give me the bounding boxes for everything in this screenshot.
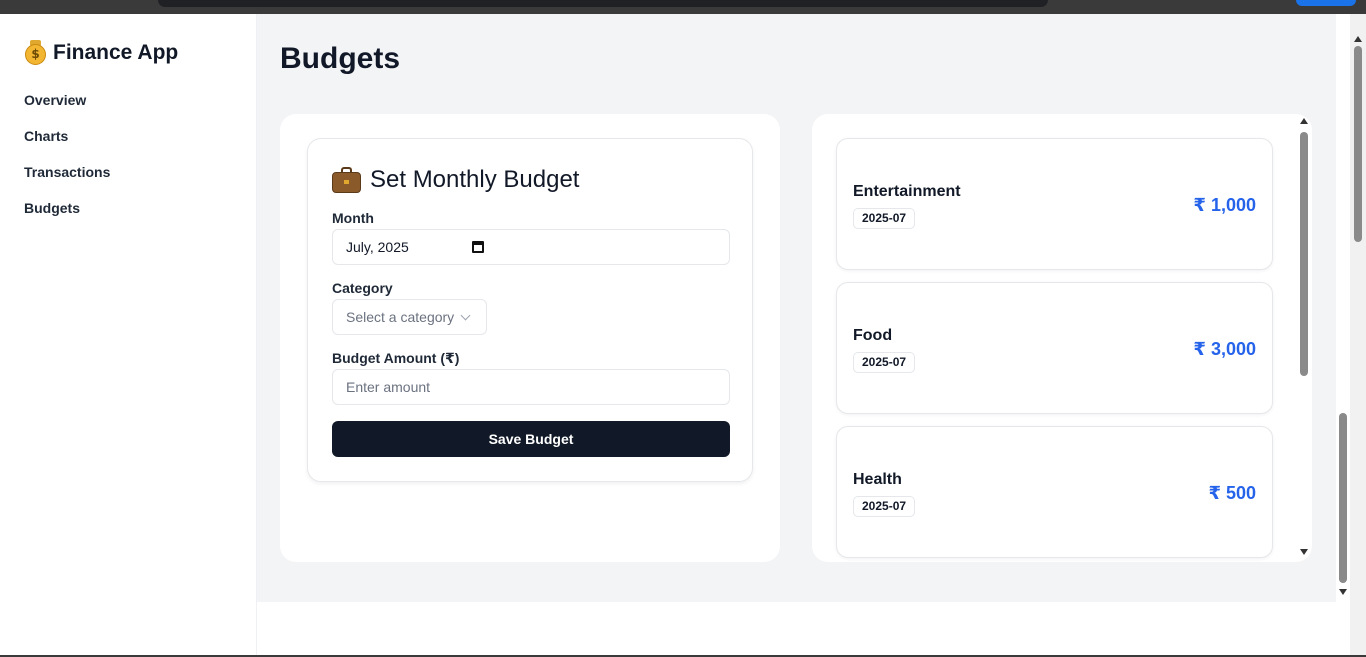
- budget-amount: ₹ 3,000: [1193, 339, 1256, 359]
- scrollbar-thumb[interactable]: [1300, 132, 1308, 376]
- app-title: Finance App: [53, 41, 179, 64]
- browser-top-bar: [0, 0, 1366, 14]
- brand: $ Finance App: [24, 40, 178, 66]
- budget-form-panel: Set Monthly Budget Month July, 2025 Cate…: [280, 114, 780, 562]
- sidebar-item-budgets[interactable]: Budgets: [24, 200, 110, 236]
- sidebar-item-overview[interactable]: Overview: [24, 92, 110, 128]
- month-input[interactable]: July, 2025: [332, 229, 730, 265]
- budget-month-badge: 2025-07: [853, 352, 916, 373]
- scroll-up-arrow-icon[interactable]: [1354, 36, 1362, 42]
- month-value: July, 2025: [346, 239, 409, 255]
- page-scrollbar[interactable]: [1350, 14, 1366, 655]
- calendar-icon[interactable]: [472, 241, 484, 253]
- budget-list-panel: Entertainment 2025-07 ₹ 1,000 Food 2025-…: [812, 114, 1312, 562]
- category-placeholder: Select a category: [346, 309, 455, 325]
- chevron-down-icon: [460, 310, 471, 321]
- sidebar: $ Finance App Overview Charts Transactio…: [0, 14, 257, 655]
- budget-form-card: Set Monthly Budget Month July, 2025 Cate…: [307, 138, 753, 482]
- budget-card: Food 2025-07 ₹ 3,000: [836, 282, 1273, 414]
- sidebar-nav: Overview Charts Transactions Budgets: [24, 92, 110, 236]
- page-title: Budgets: [280, 42, 400, 75]
- amount-label: Budget Amount (₹): [332, 350, 460, 366]
- form-title: Set Monthly Budget: [332, 166, 579, 194]
- main-scrollbar[interactable]: [1336, 14, 1350, 602]
- budget-month-badge: 2025-07: [853, 496, 916, 517]
- budget-category: Entertainment: [853, 183, 961, 200]
- budget-amount: ₹ 500: [1208, 483, 1256, 503]
- browser-address-bar[interactable]: [158, 0, 1048, 7]
- budget-card: Entertainment 2025-07 ₹ 1,000: [836, 138, 1273, 270]
- scroll-up-arrow-icon[interactable]: [1300, 118, 1308, 124]
- scroll-down-arrow-icon[interactable]: [1339, 589, 1347, 595]
- budget-list-scrollbar[interactable]: [1299, 118, 1310, 560]
- amount-placeholder: Enter amount: [346, 379, 431, 395]
- save-budget-button[interactable]: Save Budget: [332, 421, 730, 457]
- category-label: Category: [332, 280, 393, 296]
- sidebar-item-charts[interactable]: Charts: [24, 128, 110, 164]
- money-bag-icon: $: [24, 40, 47, 66]
- amount-input[interactable]: Enter amount: [332, 369, 730, 405]
- budget-month-badge: 2025-07: [853, 208, 916, 229]
- briefcase-icon: [332, 166, 361, 194]
- month-label: Month: [332, 210, 374, 226]
- category-select[interactable]: Select a category: [332, 299, 487, 335]
- main-content: Budgets Set Monthly Budget Month July, 2…: [257, 14, 1336, 602]
- scroll-down-arrow-icon[interactable]: [1300, 549, 1308, 555]
- budget-category: Food: [853, 327, 893, 344]
- budget-amount: ₹ 1,000: [1193, 195, 1256, 215]
- budget-category: Health: [853, 471, 902, 488]
- scrollbar-thumb[interactable]: [1339, 413, 1347, 583]
- form-title-text: Set Monthly Budget: [370, 166, 580, 193]
- sidebar-item-transactions[interactable]: Transactions: [24, 164, 110, 200]
- budget-card: Health 2025-07 ₹ 500: [836, 426, 1273, 558]
- scrollbar-thumb[interactable]: [1354, 46, 1362, 242]
- browser-profile-button[interactable]: [1296, 0, 1356, 6]
